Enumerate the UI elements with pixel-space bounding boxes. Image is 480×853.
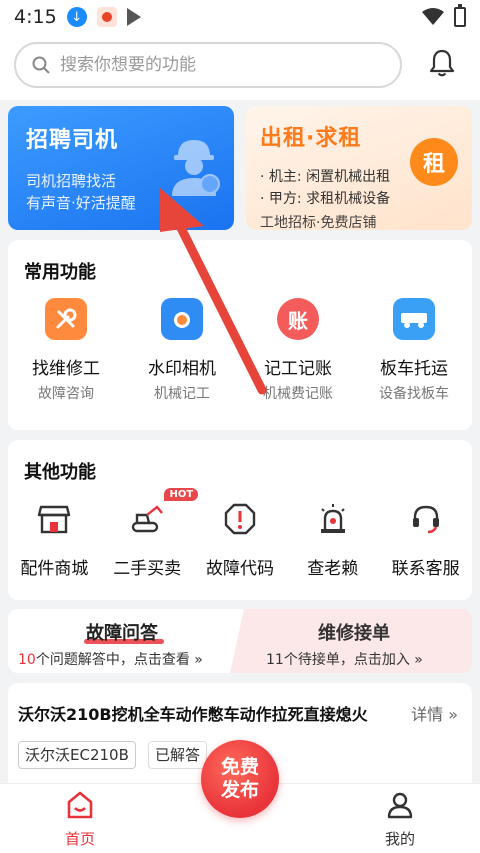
search-icon bbox=[32, 56, 50, 74]
machine-model-tag: 沃尔沃EC210B bbox=[18, 741, 136, 769]
tab-home[interactable]: 首页 bbox=[30, 784, 130, 853]
answered-tag: 已解答 bbox=[148, 741, 208, 769]
grid-item-ledger[interactable]: 账 记工记账 机械费记账 bbox=[240, 298, 356, 403]
tab-fault-qa[interactable]: 故障问答 10个问题解答中，点击查看 » bbox=[8, 609, 244, 673]
download-icon: ↓ bbox=[66, 7, 87, 27]
grid-item-parts-mall[interactable]: 配件商城 bbox=[8, 498, 101, 579]
common-functions-title: 常用功能 bbox=[24, 262, 96, 283]
grid-label: 找维修工 bbox=[32, 359, 100, 379]
grid-label: 查老赖 bbox=[307, 559, 359, 579]
tab-fault-qa-sub: 10个问题解答中，点击查看 » bbox=[18, 649, 203, 669]
grid-label: 板车托运 bbox=[380, 359, 448, 379]
app-notification-icon bbox=[96, 7, 117, 27]
grid-label: 配件商城 bbox=[20, 559, 89, 579]
publish-label: 免费发布 bbox=[220, 756, 259, 801]
truck-icon bbox=[393, 298, 435, 340]
pending-question-count: 10 bbox=[18, 652, 36, 668]
status-time: 4:15 bbox=[14, 6, 57, 28]
bell-icon[interactable] bbox=[428, 48, 456, 78]
grid-sub: 故障咨询 bbox=[38, 386, 94, 402]
recruit-driver-card[interactable]: 招聘司机 司机招聘找活 有声音·好活提醒 bbox=[8, 106, 234, 230]
rent-badge-icon: 租 bbox=[410, 138, 458, 186]
tab-fault-qa-title: 故障问答 bbox=[86, 623, 158, 644]
top-bar bbox=[0, 34, 480, 100]
grid-label: 记工记账 bbox=[264, 359, 332, 379]
grid-item-fault-code[interactable]: 故障代码 bbox=[194, 498, 287, 579]
wrench-icon bbox=[45, 298, 87, 340]
rent-card[interactable]: 出租·求租 租 · 机主: 闲置机械出租 · 甲方: 求租机械设备 工地招标·免… bbox=[246, 106, 472, 230]
tab-mine-label: 我的 bbox=[384, 830, 415, 848]
status-bar: 4:15 ↓ bbox=[0, 0, 480, 34]
hot-badge: HOT bbox=[164, 488, 199, 501]
search-box[interactable] bbox=[14, 42, 402, 88]
camera-icon bbox=[161, 298, 203, 340]
driver-icon bbox=[172, 140, 220, 196]
grid-label: 故障代码 bbox=[205, 559, 274, 579]
tab-repair-orders-sub: 11个待接单，点击加入 » bbox=[266, 652, 423, 668]
rent-line2: · 甲方: 求租机械设备 bbox=[260, 191, 391, 207]
other-functions-title: 其他功能 bbox=[24, 462, 96, 483]
common-functions-grid: 找维修工 故障咨询 水印相机 机械记工 账 记工记账 机械费记账 板车托运 设备… bbox=[8, 298, 472, 403]
tab-fault-qa-sub-text: 个问题解答中，点击查看 » bbox=[35, 652, 203, 668]
battery-icon bbox=[454, 4, 466, 27]
shop-icon bbox=[33, 498, 75, 540]
wifi-icon bbox=[422, 8, 444, 25]
other-functions-card: 其他功能 配件商城 HOT 二手买卖 故障代码 查老赖 联系客服 bbox=[8, 440, 472, 600]
publish-button[interactable]: 免费发布 bbox=[201, 740, 279, 818]
grid-sub: 机械费记账 bbox=[263, 386, 333, 402]
question-details-link[interactable]: 详情 » bbox=[411, 701, 458, 725]
home-icon bbox=[67, 791, 93, 819]
grid-sub: 机械记工 bbox=[154, 386, 210, 402]
grid-label: 二手买卖 bbox=[113, 559, 182, 579]
headset-icon bbox=[405, 498, 447, 540]
grid-item-customer-service[interactable]: 联系客服 bbox=[379, 498, 472, 579]
qa-tabs: 故障问答 10个问题解答中，点击查看 » 维修接单 11个待接单，点击加入 » bbox=[8, 609, 472, 673]
grid-sub: 设备找板车 bbox=[379, 386, 449, 402]
rent-line3: 工地招标·免费店铺 bbox=[260, 215, 377, 230]
grid-item-repair[interactable]: 找维修工 故障咨询 bbox=[8, 298, 124, 403]
tab-mine[interactable]: 我的 bbox=[350, 784, 450, 853]
tab-repair-orders[interactable]: 维修接单 11个待接单，点击加入 » bbox=[230, 609, 472, 673]
play-store-icon bbox=[126, 8, 141, 26]
siren-icon bbox=[312, 498, 354, 540]
question-title: 沃尔沃210B挖机全车动作憋车动作拉死直接熄火 bbox=[18, 705, 368, 724]
user-icon bbox=[387, 792, 413, 819]
grid-item-camera[interactable]: 水印相机 机械记工 bbox=[124, 298, 240, 403]
excavator-icon: HOT bbox=[126, 488, 199, 540]
grid-item-debtor-check[interactable]: 查老赖 bbox=[286, 498, 379, 579]
grid-item-second-hand[interactable]: HOT 二手买卖 bbox=[101, 488, 199, 579]
grid-label: 水印相机 bbox=[148, 359, 216, 379]
tab-home-label: 首页 bbox=[64, 830, 95, 848]
other-functions-grid: 配件商城 HOT 二手买卖 故障代码 查老赖 联系客服 bbox=[8, 488, 472, 579]
grid-label: 联系客服 bbox=[391, 559, 460, 579]
ledger-icon: 账 bbox=[277, 298, 319, 340]
search-input[interactable] bbox=[60, 55, 360, 75]
alert-icon bbox=[219, 498, 261, 540]
grid-item-truck[interactable]: 板车托运 设备找板车 bbox=[356, 298, 472, 403]
tab-repair-orders-title: 维修接单 bbox=[318, 623, 390, 644]
common-functions-card: 常用功能 找维修工 故障咨询 水印相机 机械记工 账 记工记账 机械费记账 板车… bbox=[8, 240, 472, 430]
